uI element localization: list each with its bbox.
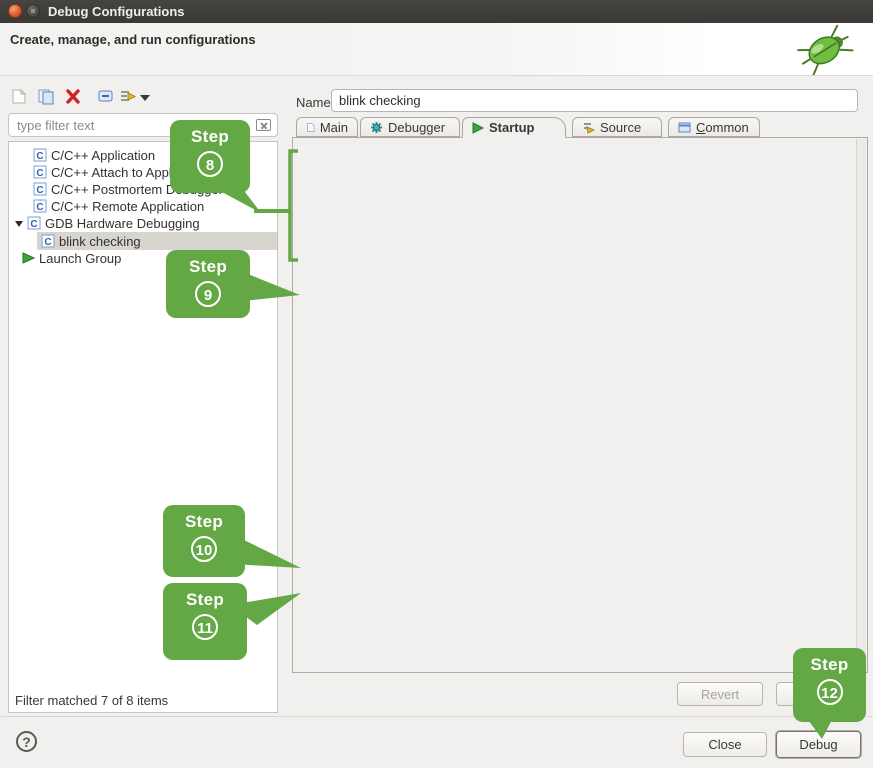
debug-configurations-dialog: Debug Configurations Create, manage, and… [0, 0, 873, 768]
svg-text:C: C [36, 202, 43, 213]
step-11-callout: Step 11 [163, 583, 247, 660]
svg-text:C: C [36, 168, 43, 179]
name-input[interactable] [331, 89, 858, 112]
debug-bug-icon [789, 23, 861, 75]
tree-item[interactable]: C C/C++ Application [33, 147, 293, 164]
step-label: Step [163, 590, 247, 610]
expander-icon[interactable] [15, 221, 23, 227]
c-app-icon: C [41, 234, 55, 248]
svg-text:C: C [44, 237, 51, 248]
tab-main[interactable]: Main [296, 117, 358, 137]
c-app-icon: C [33, 182, 47, 196]
vertical-scrollbar[interactable] [856, 139, 866, 672]
tree-item-label: Launch Group [39, 251, 121, 266]
c-app-icon: C [33, 165, 47, 179]
window-minimize-button[interactable] [26, 4, 40, 18]
launch-group-play-icon [21, 251, 35, 265]
tab-label: Startup [489, 120, 535, 135]
step-10-callout: Step 10 [163, 505, 245, 577]
tree-item[interactable]: C C/C++ Attach to Application [33, 164, 293, 181]
tab-label: Source [600, 120, 641, 135]
step-label: Step [163, 512, 245, 532]
revert-button[interactable]: Revert [677, 682, 763, 706]
main-tab-icon [306, 121, 315, 134]
footer-separator [0, 716, 873, 717]
c-app-icon: C [33, 148, 47, 162]
step-label: Step [166, 257, 250, 277]
titlebar: Debug Configurations [0, 0, 873, 23]
close-button[interactable]: Close [683, 732, 767, 757]
step-label: Step [793, 655, 866, 675]
tree-item-label: C/C++ Remote Application [51, 199, 204, 214]
tree-item[interactable]: C C/C++ Postmortem Debugger [33, 181, 293, 198]
source-tab-icon [582, 121, 595, 134]
tab-common[interactable]: Common [668, 117, 760, 137]
banner: Create, manage, and run configurations [0, 23, 873, 76]
tree-item[interactable]: C C/C++ Remote Application [33, 198, 293, 215]
debug-button[interactable]: Debug [776, 731, 861, 758]
common-tab-icon [678, 121, 691, 134]
svg-text:C: C [36, 151, 43, 162]
startup-tab-content [292, 137, 868, 673]
svg-text:C: C [30, 219, 37, 230]
step-label: Step [170, 127, 250, 147]
window-title: Debug Configurations [48, 4, 185, 19]
tab-label: Common [696, 120, 749, 135]
collapse-all-icon[interactable] [97, 88, 115, 105]
tab-debugger[interactable]: Debugger [360, 117, 460, 137]
filter-configurations-icon[interactable] [119, 88, 137, 105]
c-app-icon: C [27, 216, 41, 230]
svg-text:C: C [36, 185, 43, 196]
debugger-tab-icon [370, 121, 383, 134]
tab-startup-active[interactable]: Startup [462, 117, 566, 138]
c-app-icon: C [33, 199, 47, 213]
step-number: 8 [197, 151, 223, 177]
delete-configuration-icon[interactable] [64, 88, 82, 105]
help-button[interactable]: ? [16, 731, 37, 752]
clear-filter-icon[interactable] [256, 119, 271, 131]
step-9-callout: Step 9 [166, 250, 250, 318]
tree-item-label: C/C++ Application [51, 148, 155, 163]
step-8-callout: Step 8 [170, 120, 250, 193]
tab-source[interactable]: Source [572, 117, 662, 137]
step-number: 11 [192, 614, 218, 640]
toolbar-menu-caret-icon[interactable] [140, 95, 150, 101]
tree-item-label: GDB Hardware Debugging [45, 216, 200, 231]
new-configuration-icon[interactable] [10, 88, 28, 105]
name-label: Name: [296, 95, 334, 110]
duplicate-configuration-icon[interactable] [37, 88, 55, 105]
step-number: 12 [817, 679, 843, 705]
step-12-callout: Step 12 [793, 648, 866, 722]
tab-label: Debugger [388, 120, 445, 135]
banner-subtitle: Create, manage, and run configurations [10, 32, 256, 47]
tree-item-label: blink checking [59, 234, 141, 249]
step-number: 9 [195, 281, 221, 307]
tab-label: Main [320, 120, 348, 135]
tree-item-blink-checking-selected[interactable]: C blink checking [37, 233, 297, 250]
startup-tab-icon [472, 122, 484, 134]
filter-status-text: Filter matched 7 of 8 items [15, 693, 168, 708]
step-number: 10 [191, 536, 217, 562]
tree-item-gdb-hardware-debugging[interactable]: C GDB Hardware Debugging [13, 215, 273, 232]
window-close-button[interactable] [8, 4, 22, 18]
